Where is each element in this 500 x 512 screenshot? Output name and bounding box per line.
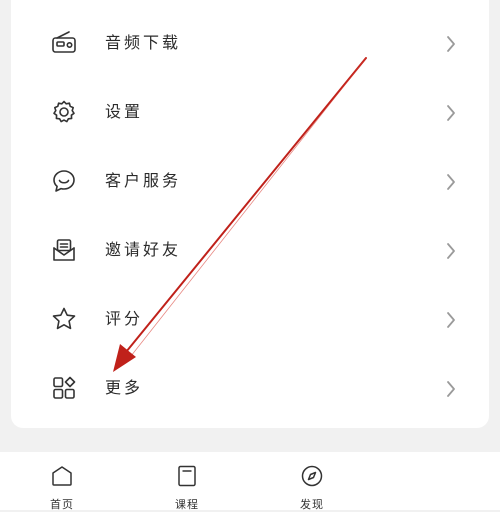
menu-item-invite-friends[interactable]: 邀请好友: [11, 216, 489, 285]
envelope-icon: [51, 237, 77, 263]
book-icon: [175, 464, 199, 488]
bottom-tab-bar: 首页 课程 发现: [0, 452, 500, 511]
chevron-right-icon: [445, 35, 457, 53]
menu-item-settings[interactable]: 设置: [11, 78, 489, 147]
tab-courses[interactable]: 课程: [147, 452, 227, 511]
home-icon: [50, 464, 74, 488]
chat-bubble-icon: [51, 168, 77, 194]
star-icon: [51, 306, 77, 332]
chevron-right-icon: [445, 104, 457, 122]
chevron-right-icon: [445, 380, 457, 398]
menu-item-label: 客户服务: [105, 171, 182, 190]
chevron-right-icon: [445, 311, 457, 329]
menu-item-label: 更多: [105, 378, 144, 397]
menu-item-label: 设置: [105, 102, 144, 121]
radio-icon: [51, 30, 77, 56]
tab-home[interactable]: 首页: [22, 452, 102, 511]
chevron-right-icon: [445, 173, 457, 191]
menu-item-customer-service[interactable]: 客户服务: [11, 147, 489, 216]
menu-item-rating[interactable]: 评分: [11, 285, 489, 354]
grid-icon: [51, 375, 77, 401]
menu-item-more[interactable]: 更多: [11, 354, 489, 423]
chevron-right-icon: [445, 242, 457, 260]
menu-item-label: 音频下载: [105, 33, 182, 52]
gear-icon: [51, 99, 77, 125]
settings-menu-card: 音频下载 设置 客户服务 邀请好友 评分 更多: [11, 0, 489, 428]
compass-icon: [300, 464, 324, 488]
menu-item-audio-download[interactable]: 音频下载: [11, 9, 489, 78]
menu-item-label: 评分: [105, 309, 144, 328]
menu-item-label: 邀请好友: [105, 240, 182, 259]
tab-discover[interactable]: 发现: [272, 452, 352, 511]
